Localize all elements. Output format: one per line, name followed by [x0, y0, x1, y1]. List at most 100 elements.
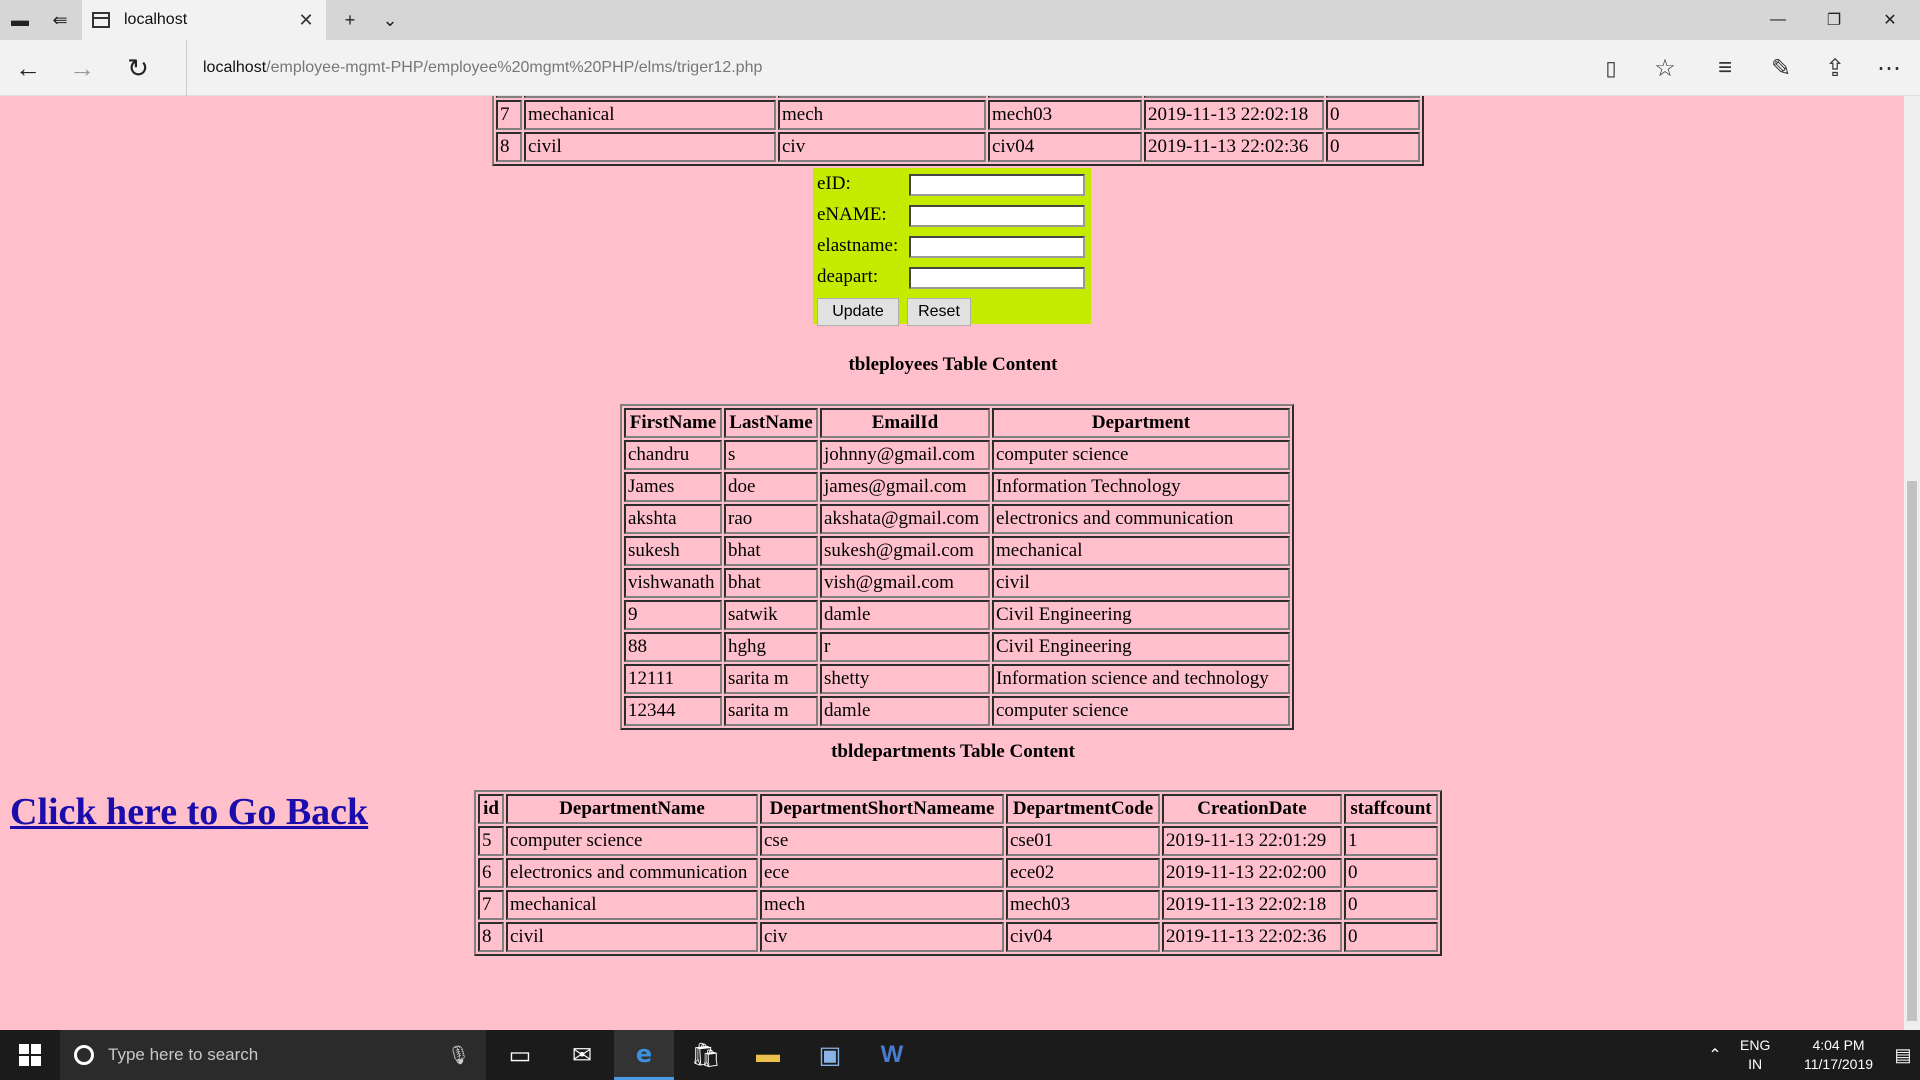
cell-creation-date: 2019-11-13 22:02:00: [1162, 858, 1342, 888]
table-row: 9 satwik damle Civil Engineering: [624, 600, 1290, 630]
photos-app-icon[interactable]: ▣: [800, 1030, 860, 1080]
update-button[interactable]: Update: [817, 298, 899, 326]
ename-row: eNAME:: [817, 201, 1085, 229]
table-row: sukesh bhat sukesh@gmail.com mechanical: [624, 536, 1290, 566]
vertical-scrollbar[interactable]: [1904, 96, 1920, 1030]
store-app-icon[interactable]: 🛍: [676, 1030, 736, 1080]
deapart-input[interactable]: [909, 267, 1085, 289]
cell-department: electronics and communication: [992, 504, 1290, 534]
show-hidden-icons-icon[interactable]: ⌃: [1700, 1030, 1730, 1080]
set-tabs-aside-icon[interactable]: ⇚: [40, 0, 80, 40]
table-row: 88 hghg r Civil Engineering: [624, 632, 1290, 662]
cell-lastname: bhat: [724, 568, 818, 598]
action-center-icon[interactable]: ▤: [1886, 1030, 1920, 1080]
tab-title: localhost: [124, 11, 188, 28]
edge-browser-icon[interactable]: e: [614, 1030, 674, 1080]
table-header-row: id DepartmentName DepartmentShortNameame…: [478, 794, 1438, 824]
cell-creation-date: 2019-11-13 22:01:29: [1162, 826, 1342, 856]
table-header-row: FirstName LastName EmailId Department: [624, 408, 1290, 438]
reading-view-icon[interactable]: ▯: [1584, 40, 1638, 96]
cell-creation-date: 2019-11-13 22:02:18: [1144, 100, 1324, 130]
hub-icon[interactable]: ≡: [1698, 40, 1752, 96]
tab-close-icon[interactable]: ✕: [294, 10, 318, 31]
elastname-input[interactable]: [909, 236, 1085, 258]
cell-firstname: James: [624, 472, 722, 502]
cell-department: Information Technology: [992, 472, 1290, 502]
scrollbar-thumb[interactable]: [1907, 481, 1917, 1021]
favorite-star-icon[interactable]: ☆: [1638, 40, 1692, 96]
cell-department-name: mechanical: [506, 890, 758, 920]
mail-app-icon[interactable]: ✉: [552, 1030, 612, 1080]
file-explorer-icon[interactable]: ▬: [738, 1030, 798, 1080]
eid-label: eID:: [817, 173, 851, 194]
cell-firstname: akshta: [624, 504, 722, 534]
cell-short-name: ece: [760, 858, 1004, 888]
table-row: 8 civil civ civ04 2019-11-13 22:02:36 0: [478, 922, 1438, 952]
cell-emailid: r: [820, 632, 990, 662]
eid-input[interactable]: [909, 174, 1085, 196]
clock-time: 4:04 PM: [1812, 1037, 1865, 1053]
cell-emailid: akshata@gmail.com: [820, 504, 990, 534]
cell-short-name: civ: [778, 132, 986, 162]
header-creation-date: CreationDate: [1162, 794, 1342, 824]
header-emailid: EmailId: [820, 408, 990, 438]
input-language[interactable]: ENG IN: [1740, 1036, 1770, 1074]
system-tray: ⌃ ENG IN 4:04 PM 11/17/2019 ▤: [1700, 1030, 1920, 1080]
task-view-icon[interactable]: ▭: [490, 1030, 550, 1080]
back-arrow-icon[interactable]: ←: [0, 40, 56, 96]
forward-arrow-icon[interactable]: →: [54, 40, 110, 96]
cell-department: Civil Engineering: [992, 632, 1290, 662]
word-app-icon[interactable]: W: [862, 1030, 922, 1080]
cell-emailid: vish@gmail.com: [820, 568, 990, 598]
close-window-icon[interactable]: ✕: [1862, 0, 1918, 40]
cell-department: mechanical: [992, 536, 1290, 566]
reset-button[interactable]: Reset: [907, 298, 971, 326]
go-back-link[interactable]: Click here to Go Back: [10, 790, 368, 834]
more-options-icon[interactable]: ⋯: [1862, 40, 1916, 96]
header-department-code: DepartmentCode: [1006, 794, 1160, 824]
cell-department-name: electronics and communication: [506, 858, 758, 888]
cell-department: computer science: [992, 696, 1290, 726]
page-viewport: 7 mechanical mech mech03 2019-11-13 22:0…: [0, 96, 1904, 1030]
cell-id: 5: [478, 826, 504, 856]
header-department: Department: [992, 408, 1290, 438]
cell-short-name: mech: [760, 890, 1004, 920]
start-button[interactable]: [0, 1030, 60, 1080]
restore-window-icon[interactable]: ❐: [1806, 0, 1862, 40]
cell-firstname: chandru: [624, 440, 722, 470]
header-lastname: LastName: [724, 408, 818, 438]
microphone-icon[interactable]: 🎙: [447, 1045, 470, 1066]
lang-code: ENG: [1740, 1037, 1771, 1053]
page-favicon-icon: [92, 12, 110, 28]
browser-tab[interactable]: localhost ✕: [82, 0, 326, 40]
cell-id: 8: [496, 132, 522, 162]
cell-creation-date: 2019-11-13 22:02:18: [1162, 890, 1342, 920]
clock[interactable]: 4:04 PM 11/17/2019: [1804, 1036, 1873, 1074]
new-tab-icon[interactable]: +: [330, 0, 370, 40]
employees-table-title: tbleployees Table Content: [848, 354, 1058, 375]
cell-emailid: james@gmail.com: [820, 472, 990, 502]
table-row: 7 mechanical mech mech03 2019-11-13 22:02:18…: [478, 890, 1438, 920]
tab-actions-icon[interactable]: ▬: [0, 0, 40, 40]
search-placeholder: Type here to search: [108, 1045, 259, 1064]
browser-tab-bar: ▬ ⇚ localhost ✕ + ⌄ — ❐ ✕: [0, 0, 1920, 40]
cell-emailid: damle: [820, 600, 990, 630]
cell-staffcount: 0: [1344, 890, 1438, 920]
elastname-label: elastname:: [817, 235, 899, 256]
ename-input[interactable]: [909, 205, 1085, 227]
tab-preview-chevron-icon[interactable]: ⌄: [370, 0, 410, 40]
refresh-icon[interactable]: ↻: [110, 40, 166, 96]
share-icon[interactable]: ⇪: [1808, 40, 1862, 96]
url-path: /employee-mgmt-PHP/employee%20mgmt%20PHP…: [266, 59, 763, 76]
cell-emailid: shetty: [820, 664, 990, 694]
address-field[interactable]: localhost/employee-mgmt-PHP/employee%20m…: [186, 40, 1503, 96]
taskbar-search-box[interactable]: Type here to search 🎙: [60, 1030, 486, 1080]
cell-creation-date: 2019-11-13 22:02:36: [1144, 132, 1324, 162]
table-row: chandru s johnny@gmail.com computer science: [624, 440, 1290, 470]
eid-row: eID:: [817, 170, 1085, 198]
web-note-pen-icon[interactable]: ✎: [1754, 40, 1808, 96]
cell-emailid: damle: [820, 696, 990, 726]
cell-firstname: 12344: [624, 696, 722, 726]
minimize-window-icon[interactable]: —: [1750, 0, 1806, 40]
cell-id: 7: [478, 890, 504, 920]
